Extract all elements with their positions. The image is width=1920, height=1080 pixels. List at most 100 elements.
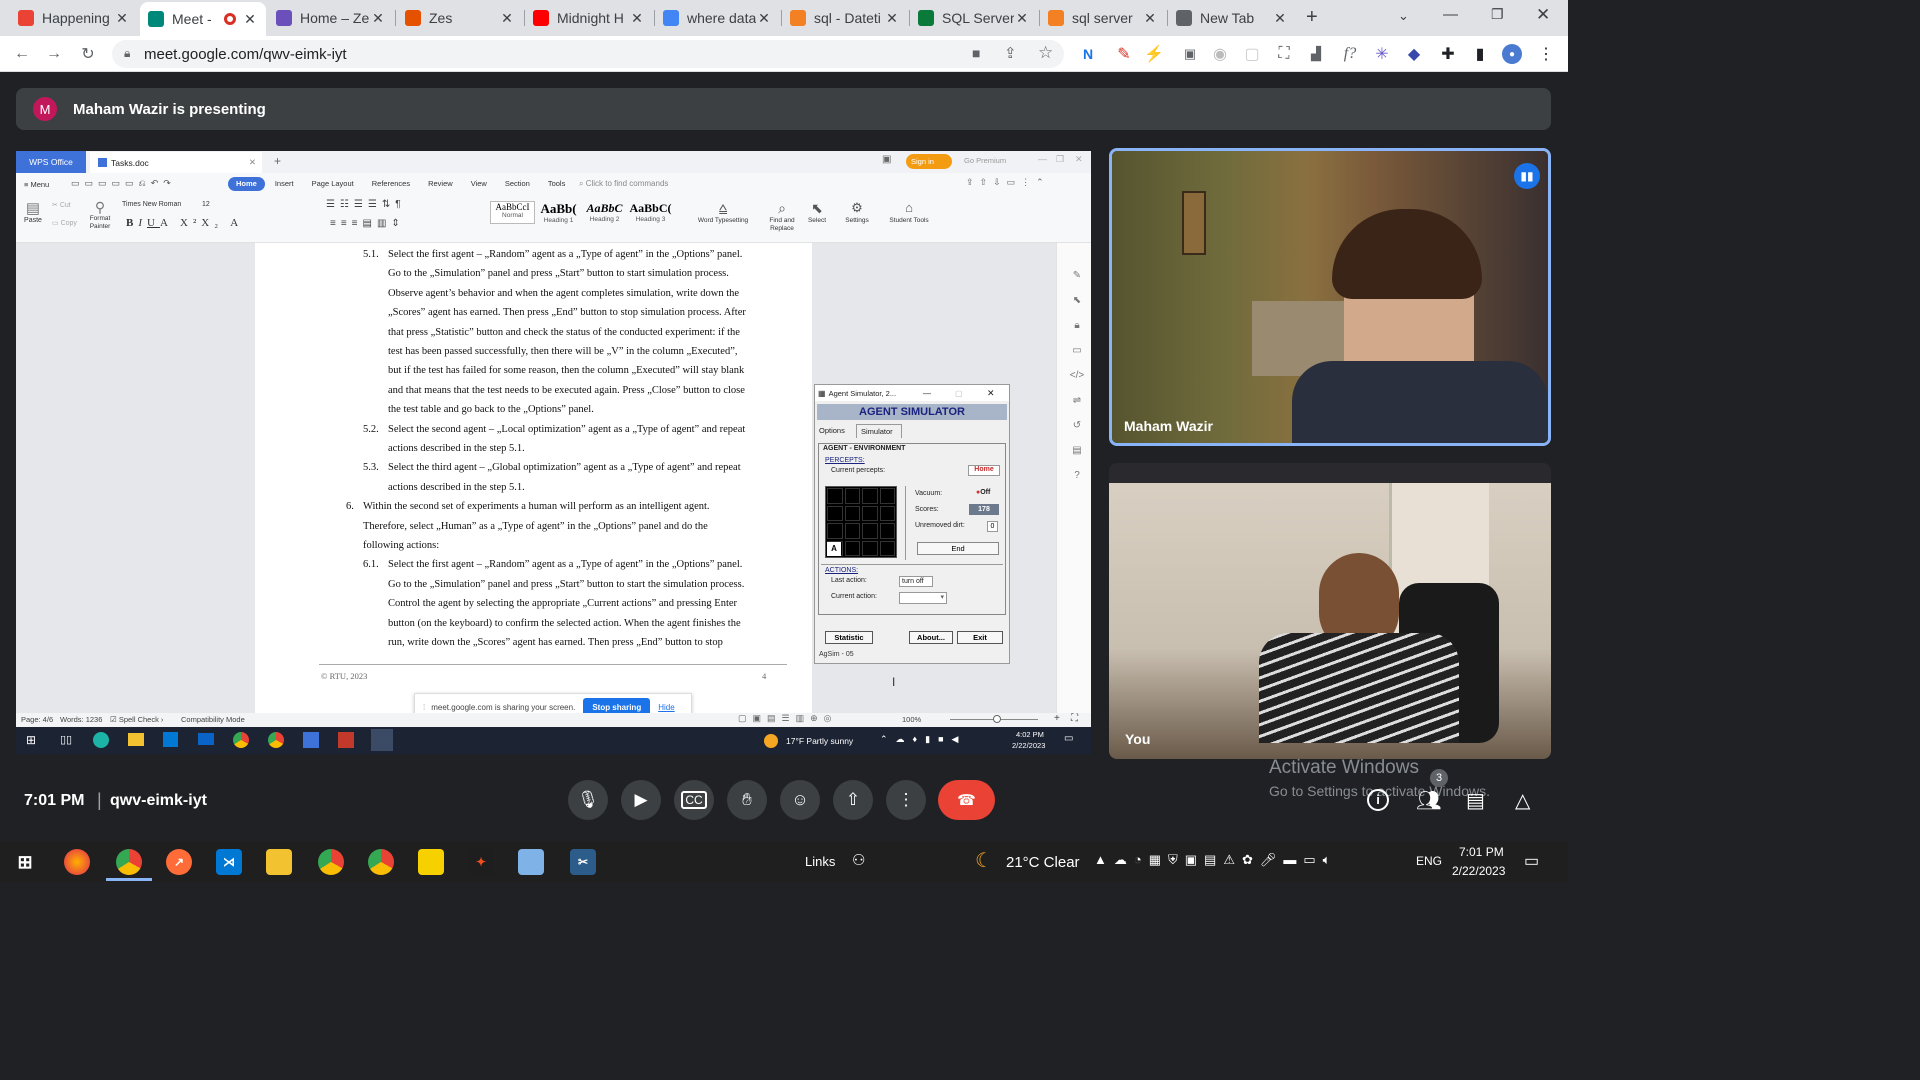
close-tab-icon[interactable]: ✕: [629, 10, 645, 27]
document-page[interactable]: 5.1. Select the first agent – „Random” ag…: [255, 243, 812, 713]
extension-icon[interactable]: N: [1078, 44, 1098, 64]
close-tab-icon[interactable]: ✕: [242, 11, 258, 28]
layout-icon[interactable]: ▣: [882, 154, 891, 165]
inner-notification-icon[interactable]: ▭: [1064, 733, 1073, 744]
browser-tab[interactable]: New Tab ✕: [1168, 4, 1296, 32]
forward-icon[interactable]: →: [44, 44, 64, 64]
windows-start-icon[interactable]: ⊞: [26, 733, 36, 747]
command-search[interactable]: ⌕ Click to find commands: [579, 179, 668, 189]
clock-date[interactable]: 2/22/2023: [1452, 864, 1505, 878]
app-icon[interactable]: [303, 732, 319, 748]
close-tab-icon[interactable]: ✕: [884, 10, 900, 27]
menu-tab-page-layout[interactable]: Page Layout: [304, 177, 362, 191]
address-bar[interactable]: 🔒︎ meet.google.com/qwv-eimk-iyt ■ ⇪ ☆: [112, 40, 1064, 68]
file-explorer-icon[interactable]: [266, 849, 292, 875]
about-button[interactable]: About...: [909, 631, 953, 644]
agent-maximize-icon[interactable]: ▢: [955, 389, 963, 398]
camera-icon[interactable]: ■: [972, 45, 980, 61]
wps-doc-tab[interactable]: Tasks.doc ✕: [90, 152, 262, 173]
figma-icon[interactable]: ✦: [468, 849, 494, 875]
zoom-level[interactable]: 100%: [902, 715, 921, 724]
format-painter-button[interactable]: ⚲ Format Painter: [86, 199, 114, 231]
reload-icon[interactable]: ↻: [78, 44, 98, 64]
menu-tab-view[interactable]: View: [463, 177, 495, 191]
people-icon[interactable]: 👥︎: [1416, 788, 1441, 813]
extension-icon[interactable]: ✳: [1372, 44, 1392, 64]
back-icon[interactable]: ←: [12, 44, 32, 64]
browser-tab[interactable]: Happening ✕: [10, 4, 138, 32]
notepad-icon[interactable]: [518, 849, 544, 875]
extension-icon[interactable]: ✎: [1114, 44, 1134, 64]
share-icon[interactable]: ⇪: [1004, 44, 1017, 62]
notification-center-icon[interactable]: ▭: [1524, 851, 1539, 871]
browser-tab[interactable]: Zes ✕: [397, 4, 523, 32]
screenshot-icon[interactable]: ⛶: [1274, 44, 1294, 64]
snipping-tool-icon[interactable]: ✂: [570, 849, 596, 875]
find-replace-button[interactable]: ⌕ Find and Replace: [764, 199, 800, 233]
tab-options[interactable]: Options: [819, 426, 845, 435]
style-normal[interactable]: AaBbCcI Normal: [490, 201, 535, 224]
wps-close-icon[interactable]: ✕: [1075, 154, 1083, 165]
close-icon[interactable]: ✕: [249, 157, 256, 168]
new-tab-button[interactable]: +: [1306, 6, 1318, 29]
present-button[interactable]: ⇧: [833, 780, 873, 820]
align-buttons[interactable]: ≡≡≡▤▥⇕: [330, 218, 405, 229]
wps-minimize-icon[interactable]: —: [1038, 154, 1047, 164]
side-panel-icon[interactable]: ▮: [1470, 44, 1490, 64]
leave-call-button[interactable]: ☎︎: [938, 780, 995, 820]
wps-side-icons[interactable]: ✎ ⬉ 🔒︎ ▭ </> ⇌ ↺ ▤?: [1069, 263, 1085, 488]
reactions-button[interactable]: ☺: [780, 780, 820, 820]
fullscreen-icon[interactable]: ⛶: [1071, 713, 1078, 724]
windows-start-icon[interactable]: ⊞: [12, 849, 38, 875]
zoom-slider-thumb[interactable]: [993, 715, 1001, 723]
agent-close-icon[interactable]: ✕: [987, 388, 995, 399]
close-tab-icon[interactable]: ✕: [370, 10, 386, 27]
agent-minimize-icon[interactable]: —: [923, 389, 931, 398]
language-indicator[interactable]: ENG: [1416, 854, 1442, 868]
settings-button[interactable]: ⚙ Settings: [840, 199, 874, 225]
camera-button[interactable]: ▶: [621, 780, 661, 820]
menu-tab-home[interactable]: Home: [228, 177, 265, 191]
weather-widget[interactable]: 21°C Clear: [1006, 854, 1080, 871]
chrome-icon[interactable]: [268, 732, 284, 748]
end-button[interactable]: End: [917, 542, 999, 555]
sign-in-button[interactable]: Sign in: [906, 154, 952, 169]
close-tab-icon[interactable]: ✕: [499, 10, 515, 27]
browser-tab[interactable]: SQL Server ✕: [910, 4, 1038, 32]
browser-tab[interactable]: where data ✕: [655, 4, 780, 32]
inner-weather[interactable]: 17°F Partly sunny: [786, 736, 853, 746]
captions-button[interactable]: CC: [674, 780, 714, 820]
hide-link[interactable]: Hide: [658, 703, 674, 712]
chrome-icon[interactable]: [368, 849, 394, 875]
browser-tab[interactable]: sql server ✕: [1040, 4, 1166, 32]
minimize-icon[interactable]: —: [1443, 6, 1458, 23]
activities-icon[interactable]: △: [1515, 788, 1530, 813]
extension-icon[interactable]: ◆: [1404, 44, 1424, 64]
firefox-icon[interactable]: [64, 849, 90, 875]
close-tab-icon[interactable]: ✕: [1014, 10, 1030, 27]
menu-tab-references[interactable]: References: [364, 177, 418, 191]
style-heading-1[interactable]: AaBb(Heading 1: [536, 201, 581, 224]
more-options-button[interactable]: ⋮: [886, 780, 926, 820]
font-family-select[interactable]: Times New Roman: [122, 201, 196, 213]
browser-tab[interactable]: Home – Ze ✕: [268, 4, 394, 32]
postman-icon[interactable]: ↗: [166, 849, 192, 875]
edge-icon[interactable]: [93, 732, 109, 748]
extension-icon[interactable]: ▟: [1306, 44, 1326, 64]
links-toolbar[interactable]: Links: [805, 854, 835, 869]
chat-icon[interactable]: ▤: [1466, 788, 1485, 813]
tab-search-icon[interactable]: ⌄: [1398, 8, 1409, 24]
participant-tile-presenter[interactable]: Maham Wazir ▮▮: [1109, 148, 1551, 446]
kebab-menu-icon[interactable]: ⋮: [1536, 44, 1556, 64]
current-action-select[interactable]: ▾: [899, 592, 947, 604]
paragraph-buttons[interactable]: ☰☷☰☰⇅¶: [326, 199, 406, 210]
bookmark-star-icon[interactable]: ☆: [1038, 43, 1053, 63]
close-tab-icon[interactable]: ✕: [756, 10, 772, 27]
wps-app-tab[interactable]: WPS Office: [16, 151, 86, 173]
vscode-icon[interactable]: ⋊: [216, 849, 242, 875]
close-window-icon[interactable]: ✕: [1536, 5, 1550, 25]
cut-button[interactable]: ✂ Cut: [52, 201, 71, 209]
system-tray-icons[interactable]: ▲☁◔▦⛨▣▤⚠✿🎤︎▬▭🔈︎: [1094, 852, 1337, 868]
explorer-icon[interactable]: [128, 733, 144, 746]
new-doc-tab-icon[interactable]: +: [274, 154, 281, 168]
